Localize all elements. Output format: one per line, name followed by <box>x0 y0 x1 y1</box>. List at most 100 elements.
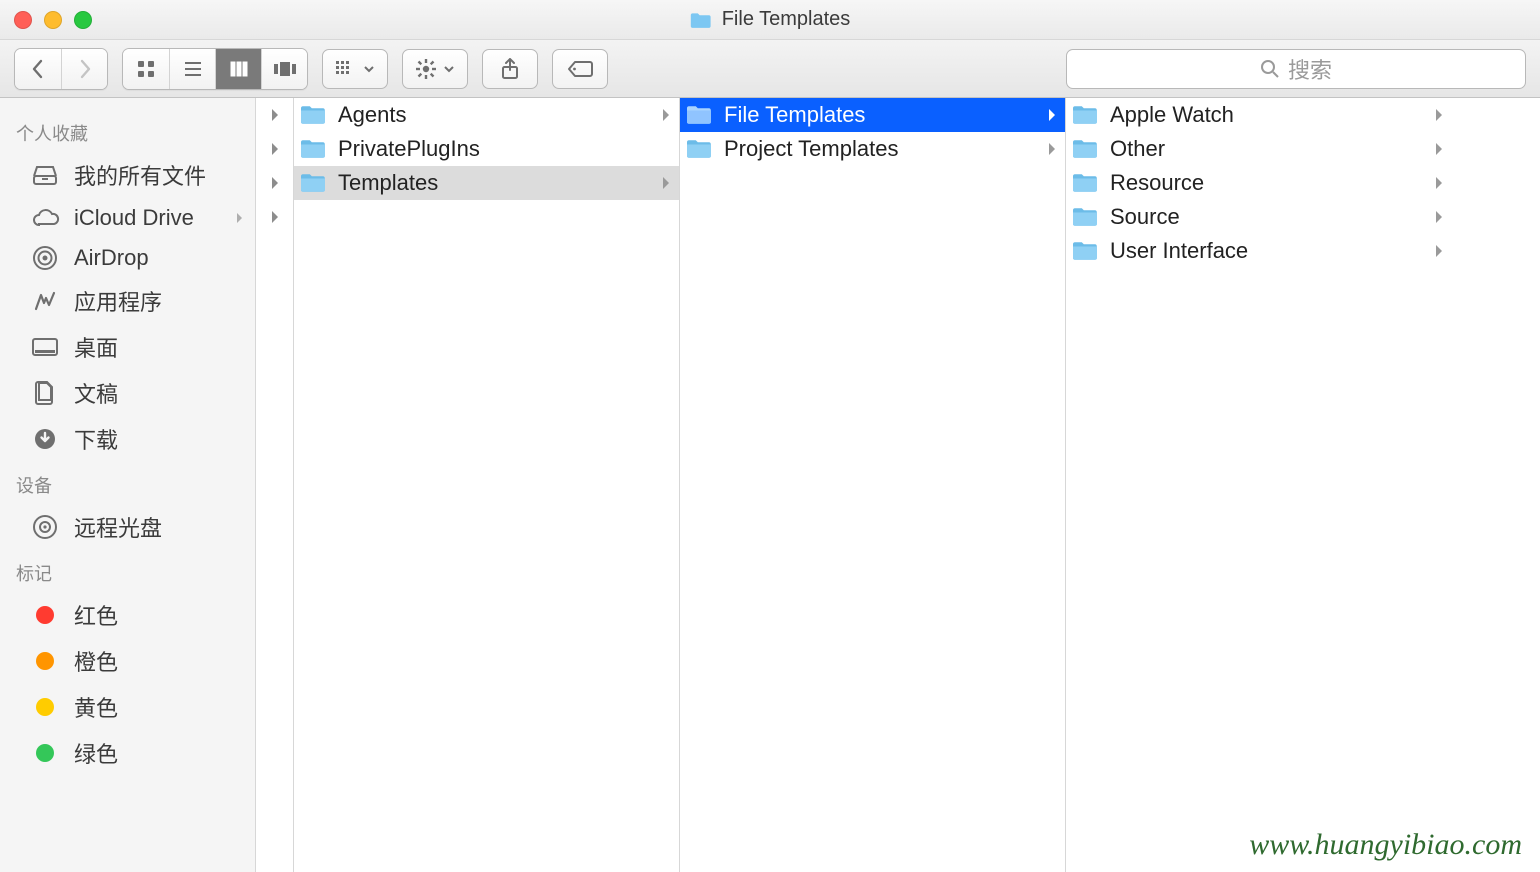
chevron-right-icon <box>1434 244 1444 258</box>
tag-color-icon <box>30 741 60 765</box>
tag-icon <box>567 60 593 78</box>
file-row[interactable]: Resource <box>1066 166 1452 200</box>
folder-icon <box>300 104 326 126</box>
folder-icon <box>690 11 712 29</box>
column-view-button[interactable] <box>215 49 261 89</box>
folder-icon <box>1072 240 1098 262</box>
sidebar-item-label: 应用程序 <box>74 285 162 317</box>
path-arrow-icon <box>256 200 293 234</box>
path-arrow-icon <box>256 132 293 166</box>
sidebar-item[interactable]: AirDrop <box>0 238 255 278</box>
folder-icon <box>1072 206 1098 228</box>
chevron-right-icon <box>235 211 245 225</box>
sidebar-item[interactable]: 下载 <box>0 416 255 462</box>
nav-buttons <box>14 48 108 90</box>
file-row[interactable]: Source <box>1066 200 1452 234</box>
path-arrow-icon <box>256 166 293 200</box>
file-row-label: Apple Watch <box>1110 102 1234 128</box>
folder-icon <box>1072 104 1098 126</box>
tag-color-icon <box>30 695 60 719</box>
sidebar-item-label: 绿色 <box>74 737 118 769</box>
main-content: 个人收藏我的所有文件iCloud DriveAirDrop应用程序桌面文稿下载设… <box>0 98 1540 872</box>
browser-column: Apple Watch Other Resource Source User Inter… <box>1066 98 1452 872</box>
file-row[interactable]: File Templates <box>680 98 1065 132</box>
sidebar-item-label: 远程光盘 <box>74 511 162 543</box>
icon-view-button[interactable] <box>123 49 169 89</box>
search-icon <box>1260 59 1280 79</box>
sidebar-item-label: AirDrop <box>74 245 149 271</box>
window-controls <box>14 11 92 29</box>
watermark: www.huangyibiao.com <box>1249 828 1522 862</box>
file-row-label: Project Templates <box>724 136 898 162</box>
browser-column: File Templates Project Templates <box>680 98 1066 872</box>
downloads-icon <box>30 427 60 451</box>
folder-icon <box>300 138 326 160</box>
sidebar-item-label: 桌面 <box>74 331 118 363</box>
folder-icon <box>1072 138 1098 160</box>
file-row-label: Templates <box>338 170 438 196</box>
sidebar-item[interactable]: 红色 <box>0 592 255 638</box>
sidebar-item-label: 橙色 <box>74 645 118 677</box>
documents-icon <box>30 381 60 405</box>
window-title-text: File Templates <box>722 8 851 31</box>
sidebar-item-label: 下载 <box>74 423 118 455</box>
chevron-down-icon <box>363 63 375 75</box>
file-row-label: Other <box>1110 136 1165 162</box>
gear-icon <box>415 58 437 80</box>
sidebar-item-label: 我的所有文件 <box>74 159 206 191</box>
share-icon <box>500 58 520 80</box>
toolbar: 搜索 <box>0 40 1540 98</box>
airdrop-icon <box>30 246 60 270</box>
tags-button[interactable] <box>552 49 608 89</box>
sidebar-item-label: 红色 <box>74 599 118 631</box>
sidebar-item[interactable]: 文稿 <box>0 370 255 416</box>
file-row[interactable]: Templates <box>294 166 679 200</box>
sidebar-item[interactable]: 我的所有文件 <box>0 152 255 198</box>
sidebar-section-title: 个人收藏 <box>0 110 255 152</box>
sidebar-item[interactable]: 远程光盘 <box>0 504 255 550</box>
desktop-icon <box>30 335 60 359</box>
back-button[interactable] <box>15 49 61 89</box>
sidebar-item[interactable]: 应用程序 <box>0 278 255 324</box>
file-row-label: Source <box>1110 204 1180 230</box>
sidebar-item[interactable]: 桌面 <box>0 324 255 370</box>
file-row[interactable]: User Interface <box>1066 234 1452 268</box>
file-row[interactable]: PrivatePlugIns <box>294 132 679 166</box>
sidebar-item[interactable]: 橙色 <box>0 638 255 684</box>
fullscreen-button[interactable] <box>74 11 92 29</box>
all-files-icon <box>30 163 60 187</box>
file-row[interactable]: Apple Watch <box>1066 98 1452 132</box>
file-row[interactable]: Agents <box>294 98 679 132</box>
close-button[interactable] <box>14 11 32 29</box>
action-button[interactable] <box>402 49 468 89</box>
chevron-right-icon <box>1434 210 1444 224</box>
chevron-right-icon <box>661 176 671 190</box>
sidebar-item[interactable]: 绿色 <box>0 730 255 776</box>
share-button[interactable] <box>482 49 538 89</box>
file-row[interactable]: Other <box>1066 132 1452 166</box>
applications-icon <box>30 289 60 313</box>
column-browser: Agents PrivatePlugIns Templates File Templa… <box>294 98 1540 872</box>
minimize-button[interactable] <box>44 11 62 29</box>
forward-button[interactable] <box>61 49 107 89</box>
tag-color-icon <box>30 649 60 673</box>
chevron-right-icon <box>1434 176 1444 190</box>
sidebar-item[interactable]: iCloud Drive <box>0 198 255 238</box>
file-row-label: User Interface <box>1110 238 1248 264</box>
search-field[interactable]: 搜索 <box>1066 49 1526 89</box>
sidebar-item[interactable]: 黄色 <box>0 684 255 730</box>
path-gutter <box>256 98 294 872</box>
path-arrow-icon <box>256 98 293 132</box>
chevron-down-icon <box>443 63 455 75</box>
file-row-label: Agents <box>338 102 407 128</box>
coverflow-view-button[interactable] <box>261 49 307 89</box>
sidebar-section-title: 标记 <box>0 550 255 592</box>
search-placeholder: 搜索 <box>1288 53 1332 85</box>
chevron-right-icon <box>1434 142 1444 156</box>
arrange-button[interactable] <box>322 49 388 89</box>
sidebar-item-label: iCloud Drive <box>74 205 194 231</box>
list-view-button[interactable] <box>169 49 215 89</box>
icloud-icon <box>30 206 60 230</box>
file-row[interactable]: Project Templates <box>680 132 1065 166</box>
chevron-right-icon <box>1434 108 1444 122</box>
